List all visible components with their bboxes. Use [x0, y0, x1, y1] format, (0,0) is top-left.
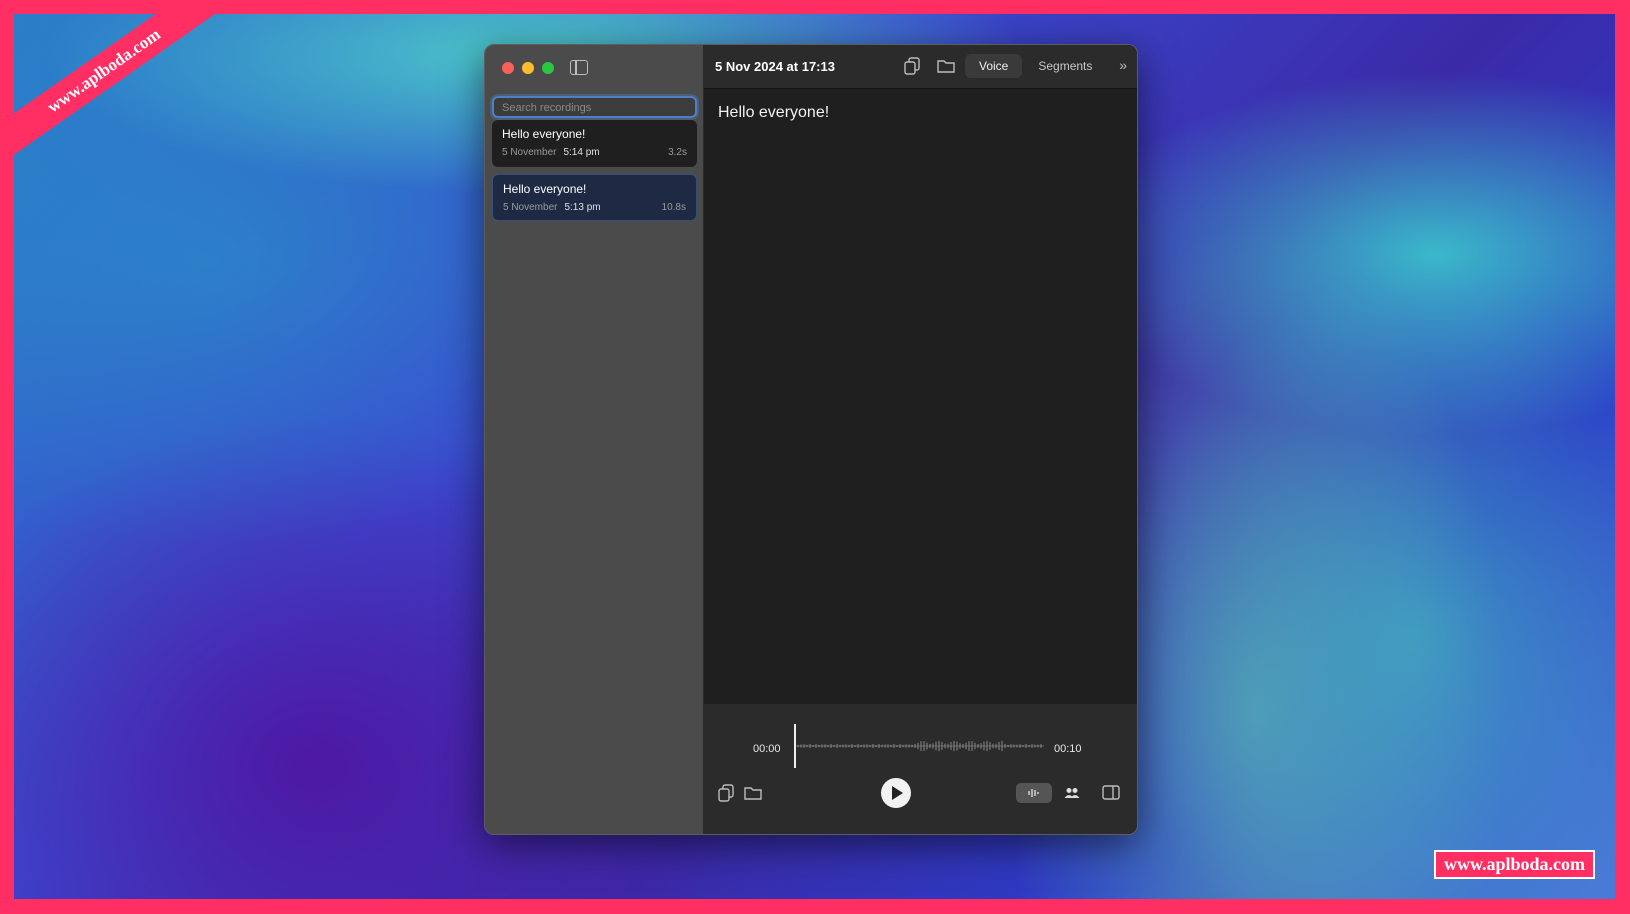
app-window: Hello everyone! 5 November 5:14 pm 3.2s …	[484, 44, 1138, 835]
recording-date: 5 November	[502, 147, 557, 158]
folder-icon[interactable]	[744, 786, 762, 805]
time-end: 00:10	[1054, 743, 1082, 755]
recording-duration: 10.8s	[661, 202, 686, 213]
page-title: 5 Nov 2024 at 17:13	[715, 59, 835, 74]
close-button[interactable]	[502, 62, 514, 74]
sidebar-toggle-icon[interactable]	[570, 60, 588, 75]
copy-icon[interactable]	[904, 57, 920, 80]
window-controls	[502, 62, 554, 74]
recording-title: Hello everyone!	[502, 127, 586, 141]
speakers-icon[interactable]	[1054, 783, 1090, 803]
sidebar: Hello everyone! 5 November 5:14 pm 3.2s …	[485, 45, 704, 834]
search-field[interactable]	[492, 96, 697, 118]
copy-icon[interactable]	[718, 784, 734, 807]
folder-icon[interactable]	[937, 59, 955, 78]
list-item[interactable]: Hello everyone! 5 November 5:13 pm 10.8s	[492, 174, 697, 221]
play-button[interactable]	[881, 778, 911, 808]
recording-time: 5:14 pm	[563, 147, 600, 158]
search-input[interactable]	[494, 99, 695, 117]
display-mode-toggle	[1016, 783, 1090, 803]
recording-time: 5:13 pm	[564, 202, 601, 213]
transcript-text: Hello everyone!	[718, 104, 830, 121]
toolbar: 5 Nov 2024 at 17:13 Voice Segments »	[704, 45, 1137, 89]
list-item[interactable]: Hello everyone! 5 November 5:14 pm 3.2s	[492, 120, 697, 167]
waveform-scrubber[interactable]	[794, 724, 1044, 768]
recording-date: 5 November	[503, 202, 558, 213]
recording-title: Hello everyone!	[503, 182, 587, 196]
view-tabs: Voice Segments	[965, 54, 1106, 78]
detail-pane: 5 Nov 2024 at 17:13 Voice Segments » Hel…	[704, 45, 1137, 834]
inspector-toggle-icon[interactable]	[1102, 785, 1120, 805]
playhead	[794, 724, 796, 768]
watermark-badge: www.aplboda.com	[1433, 850, 1595, 879]
chevron-right-double-icon[interactable]: »	[1119, 57, 1127, 73]
watermark-stripe: www.aplboda.com	[14, 14, 221, 160]
recording-duration: 3.2s	[668, 147, 687, 158]
time-start: 00:00	[753, 743, 781, 755]
zoom-button[interactable]	[542, 62, 554, 74]
waveform-icon[interactable]	[1016, 783, 1052, 803]
tab-voice[interactable]: Voice	[965, 54, 1023, 78]
player-panel: 00:00 00:10	[704, 704, 1137, 834]
minimize-button[interactable]	[522, 62, 534, 74]
tab-segments[interactable]: Segments	[1024, 54, 1106, 78]
